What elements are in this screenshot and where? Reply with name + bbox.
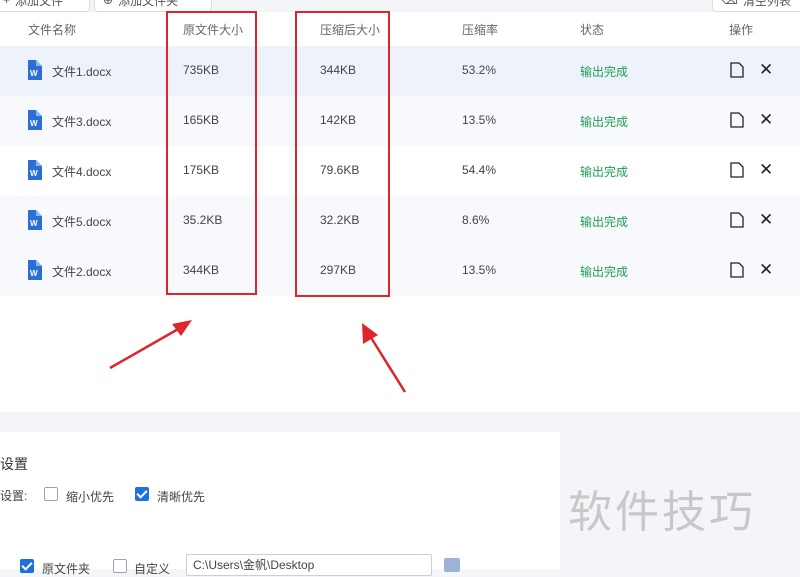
watermark-text: 软件技巧 [568, 487, 756, 538]
settings-title: 设置 [0, 456, 28, 472]
arrow-right-line [368, 335, 407, 393]
custom-folder-checkbox[interactable] [113, 559, 127, 573]
original-folder-checkbox[interactable] [20, 559, 34, 573]
arrow-left-line [109, 326, 181, 370]
output-path-input[interactable]: C:\Users\金帆\Desktop [186, 554, 432, 576]
arrow-left-head [172, 320, 192, 336]
small-first-checkbox[interactable] [44, 487, 58, 501]
clear-first-checkbox[interactable] [135, 487, 149, 501]
small-first-label: 缩小优先 [66, 490, 115, 504]
folder-icon[interactable] [444, 558, 460, 572]
arrow-right-head [362, 323, 378, 344]
settings-panel: 设置 设置: 缩小优先 清晰优先 原文件夹 自定义 C:\Users\金帆\De… [0, 432, 560, 576]
compression-mode-label: 设置: [0, 489, 28, 503]
clear-first-label: 清晰优先 [157, 490, 206, 504]
